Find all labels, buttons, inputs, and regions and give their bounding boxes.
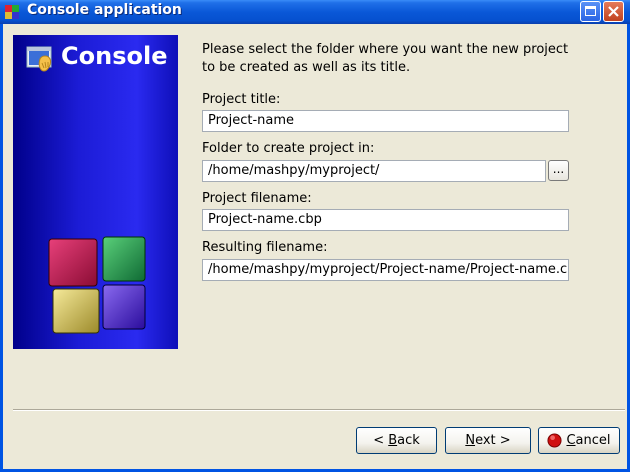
stop-icon xyxy=(547,433,562,448)
folder-label: Folder to create project in: xyxy=(202,141,375,156)
close-button[interactable] xyxy=(603,1,624,22)
resulting-filename-field: /home/mashpy/myproject/Project-name/Proj… xyxy=(202,259,569,281)
button-separator xyxy=(13,409,625,411)
back-button[interactable]: < Back xyxy=(356,427,437,454)
cancel-button-hotkey: C xyxy=(566,433,576,448)
wizard-instructions: Please select the folder where you want … xyxy=(202,42,569,75)
back-button-label: ack xyxy=(397,433,420,448)
close-icon xyxy=(608,6,619,17)
window-title: Console application xyxy=(27,2,182,18)
cancel-button[interactable]: Cancel xyxy=(538,427,620,454)
browse-folder-button[interactable]: ... xyxy=(548,160,569,181)
maximize-button[interactable] xyxy=(580,1,601,22)
codeblocks-icon xyxy=(5,5,19,19)
wizard-banner: Console xyxy=(13,35,178,349)
next-button-hotkey: N xyxy=(465,433,476,448)
dialog-window: Console application Console Please selec… xyxy=(0,0,630,472)
codeblocks-logo-icon xyxy=(48,236,146,334)
title-bar[interactable]: Console application xyxy=(0,0,630,24)
console-wizard-icon xyxy=(26,46,52,72)
next-button[interactable]: Next > xyxy=(445,427,531,454)
project-filename-label: Project filename: xyxy=(202,191,312,206)
project-title-label: Project title: xyxy=(202,92,281,107)
banner-title: Console xyxy=(61,42,168,70)
back-button-prefix: < xyxy=(373,433,389,448)
next-button-label: ext > xyxy=(475,433,511,448)
back-button-hotkey: B xyxy=(388,433,398,448)
cancel-button-label: ancel xyxy=(575,433,611,448)
maximize-icon xyxy=(585,6,596,16)
project-filename-input[interactable]: Project-name.cbp xyxy=(202,209,569,231)
folder-input[interactable]: /home/mashpy/myproject/ xyxy=(202,160,546,182)
resulting-filename-label: Resulting filename: xyxy=(202,240,328,255)
project-title-input[interactable]: Project-name xyxy=(202,110,569,132)
